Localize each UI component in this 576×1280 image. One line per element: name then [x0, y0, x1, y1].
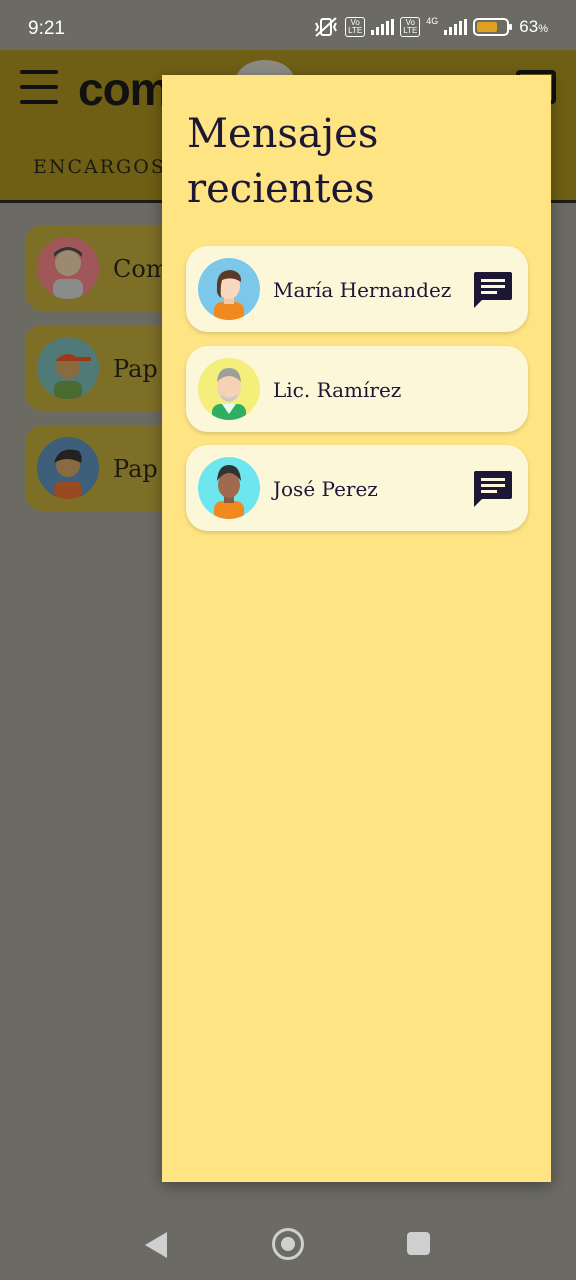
battery-percent: 63: [519, 17, 539, 36]
menu-icon[interactable]: [20, 70, 58, 106]
contact-name: Lic. Ramírez: [273, 378, 402, 402]
background-card-label: Pap: [113, 455, 158, 483]
panel-title-line-2: recientes: [187, 166, 375, 212]
home-icon[interactable]: [272, 1228, 304, 1260]
background-card-label: Pap: [113, 355, 158, 383]
avatar-icon: [37, 437, 99, 499]
background-card-label: Com: [113, 255, 169, 283]
status-icons: Vo LTE Vo LTE 4G 63%: [313, 16, 548, 38]
recents-icon[interactable]: [407, 1232, 430, 1255]
battery-fill: [477, 22, 498, 32]
status-time: 9:21: [28, 18, 65, 39]
woman-avatar-icon: [198, 258, 260, 320]
contact-name: José Perez: [273, 477, 378, 501]
avatar-icon: [37, 337, 99, 399]
message-item-jose[interactable]: José Perez: [186, 445, 528, 531]
signal-icon-2: [444, 19, 468, 35]
battery-unit: %: [538, 23, 548, 35]
network-type: 4G: [426, 16, 439, 26]
app-logo: com: [78, 63, 171, 115]
young-man-avatar-icon: [198, 457, 260, 519]
panel-title: Mensajes recientes: [187, 107, 378, 217]
avatar-icon: [37, 237, 99, 299]
message-item-maria[interactable]: María Hernandez: [186, 246, 528, 332]
navigation-bar: [0, 1205, 576, 1280]
chat-icon[interactable]: [472, 270, 514, 310]
chat-icon[interactable]: [472, 469, 514, 509]
recent-messages-panel: Mensajes recientes María Hernandez Lic. …: [162, 75, 551, 1182]
volte-icon-2: Vo LTE: [400, 17, 421, 37]
back-icon[interactable]: [145, 1232, 167, 1258]
old-man-avatar-icon: [198, 358, 260, 420]
contact-name: María Hernandez: [273, 278, 452, 302]
volte-icon: Vo LTE: [345, 17, 366, 37]
battery-icon: [473, 18, 513, 36]
panel-title-line-1: Mensajes: [187, 111, 379, 157]
status-bar: 9:21 Vo LTE Vo LTE 4G 63%: [0, 0, 576, 50]
tab-encargos[interactable]: ENCARGOS: [33, 156, 166, 178]
signal-icon: [371, 19, 395, 35]
message-item-ramirez[interactable]: Lic. Ramírez: [186, 346, 528, 432]
mute-vibrate-icon: [315, 17, 338, 37]
battery-text: 63%: [519, 17, 548, 37]
